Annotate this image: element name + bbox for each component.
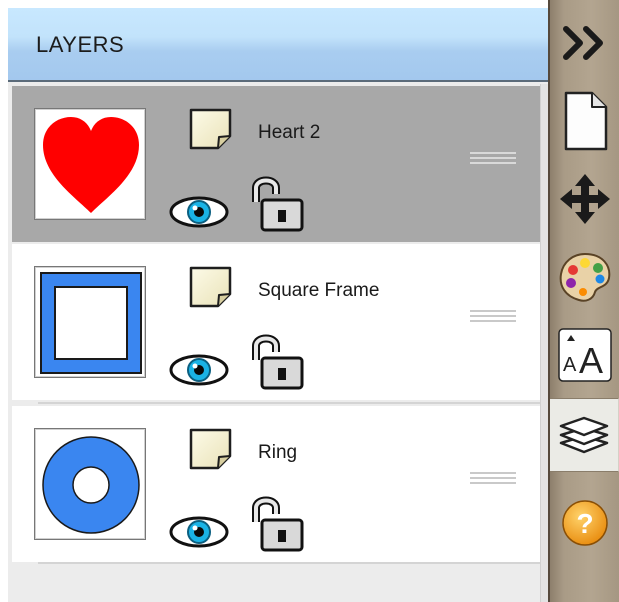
square-frame-shape bbox=[40, 272, 142, 374]
layers-icon bbox=[559, 416, 609, 454]
color-palette-button[interactable] bbox=[550, 240, 619, 314]
svg-text:A: A bbox=[563, 354, 577, 376]
text-size-icon: A A bbox=[557, 328, 612, 382]
move-arrows-icon bbox=[559, 174, 610, 224]
drag-handle[interactable] bbox=[470, 152, 516, 166]
panel-title: LAYERS bbox=[36, 32, 125, 57]
text-size-button[interactable]: A A bbox=[550, 318, 619, 392]
panel-header: LAYERS bbox=[8, 8, 548, 82]
unlock-icon[interactable] bbox=[248, 492, 308, 554]
row-divider bbox=[38, 562, 540, 564]
layer-thumbnail-heart bbox=[34, 108, 146, 220]
heart-shape bbox=[43, 117, 139, 213]
layer-row-heart-2[interactable]: Heart 2 bbox=[12, 86, 540, 242]
svg-text:?: ? bbox=[576, 508, 593, 539]
palette-icon bbox=[559, 252, 610, 302]
help-button[interactable]: ? bbox=[550, 486, 619, 560]
layer-thumbnail-ring bbox=[34, 428, 146, 540]
move-tool-button[interactable] bbox=[550, 162, 619, 236]
row-divider bbox=[38, 402, 540, 404]
layer-row-square-frame[interactable]: Square Frame bbox=[12, 244, 540, 400]
layers-tab-button[interactable] bbox=[550, 398, 619, 472]
layer-row-ring[interactable]: Ring bbox=[12, 406, 540, 562]
drag-handle[interactable] bbox=[470, 310, 516, 324]
help-icon: ? bbox=[561, 500, 608, 546]
layer-name[interactable]: Ring bbox=[258, 442, 297, 464]
double-chevron-right-icon bbox=[562, 26, 603, 60]
layer-thumbnail-square-frame bbox=[34, 266, 146, 378]
layer-name[interactable]: Square Frame bbox=[258, 280, 379, 302]
layer-name[interactable]: Heart 2 bbox=[258, 122, 320, 144]
eye-icon[interactable] bbox=[167, 192, 231, 232]
eye-icon[interactable] bbox=[167, 512, 231, 552]
drag-handle[interactable] bbox=[470, 472, 516, 486]
unlock-icon[interactable] bbox=[248, 330, 308, 392]
note-icon[interactable] bbox=[186, 106, 236, 152]
new-page-icon bbox=[564, 91, 607, 151]
collapse-panel-button[interactable] bbox=[550, 6, 619, 80]
svg-text:A: A bbox=[579, 340, 603, 381]
new-page-button[interactable] bbox=[550, 84, 619, 158]
note-icon[interactable] bbox=[186, 426, 236, 472]
layers-panel: LAYERS Heart 2 Square Frame Ring bbox=[8, 8, 548, 602]
unlock-icon[interactable] bbox=[248, 172, 308, 234]
eye-icon[interactable] bbox=[167, 350, 231, 390]
scrollbar-track[interactable] bbox=[540, 84, 548, 602]
note-icon[interactable] bbox=[186, 264, 236, 310]
ring-shape bbox=[42, 436, 140, 534]
right-toolbar: A A ? bbox=[548, 0, 619, 602]
